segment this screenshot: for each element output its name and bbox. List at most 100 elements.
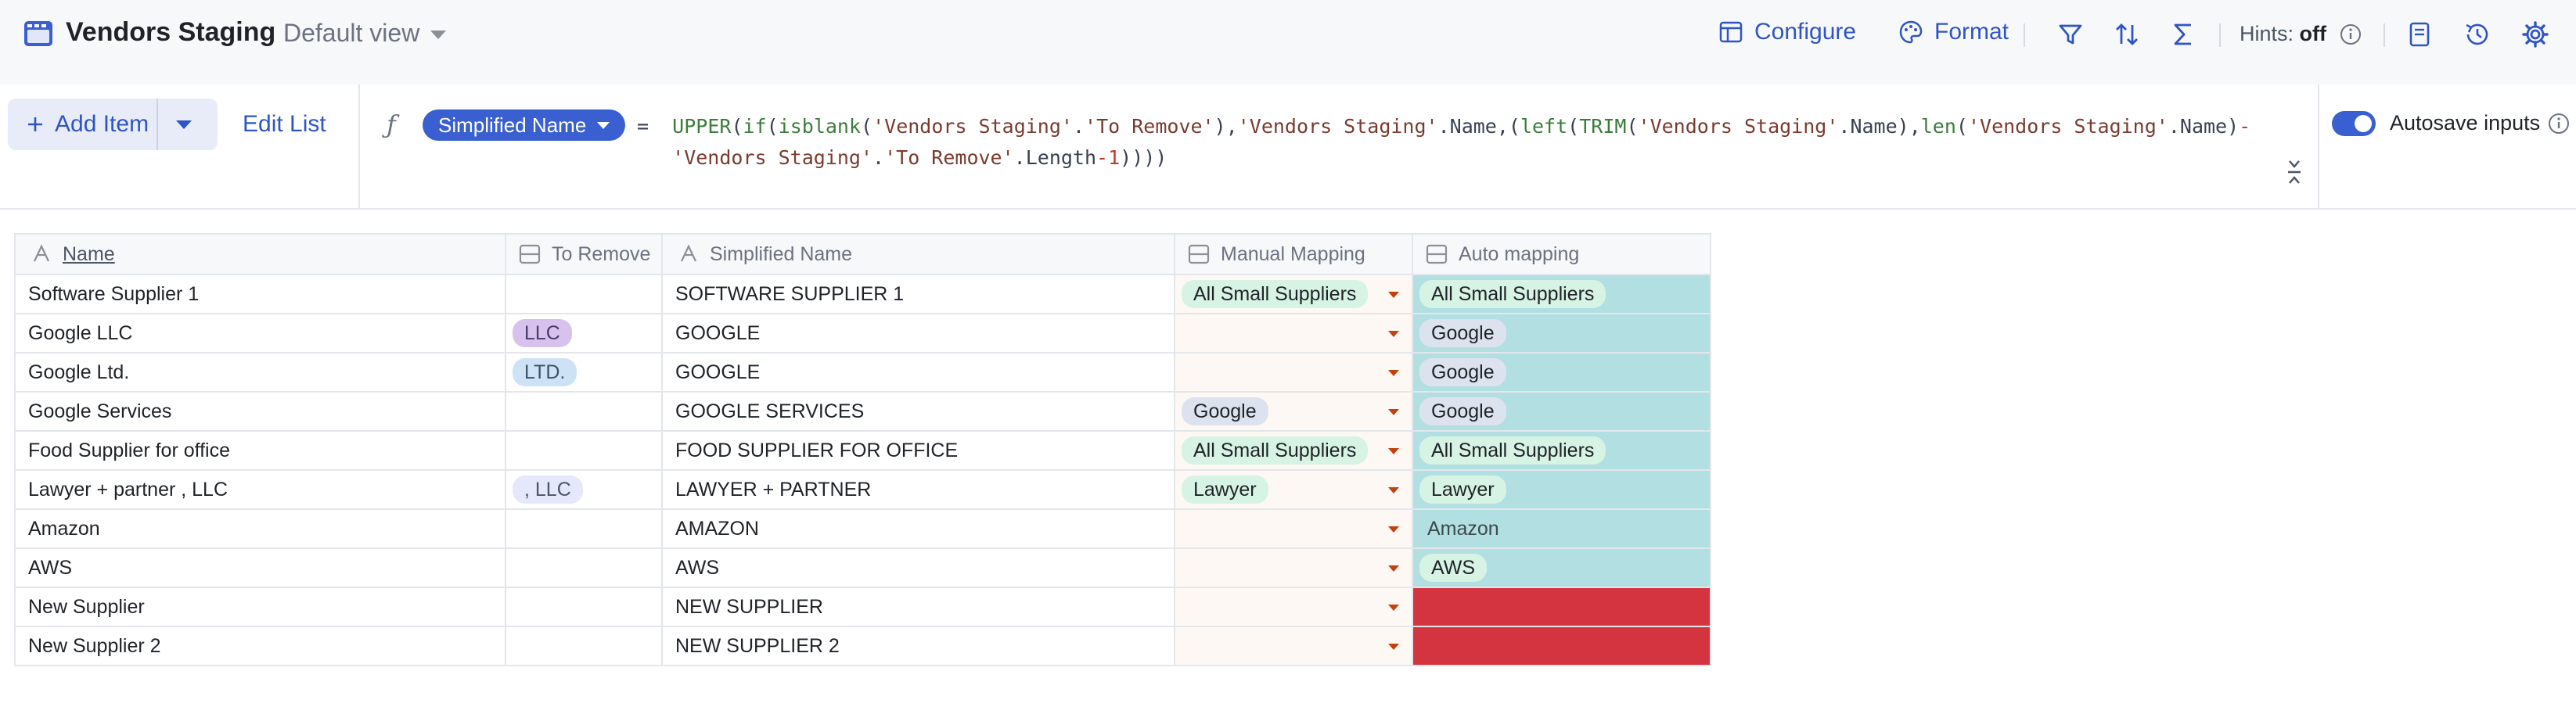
manual-mapping-cell[interactable] bbox=[1174, 587, 1413, 627]
auto-mapping-cell: AWS bbox=[1412, 547, 1711, 588]
format-button[interactable]: Format bbox=[1898, 19, 2009, 45]
simplified-name-cell[interactable]: FOOD SUPPLIER FOR OFFICE bbox=[661, 430, 1175, 471]
to-remove-cell[interactable]: LLC bbox=[505, 313, 663, 354]
add-item-dropdown[interactable] bbox=[158, 99, 210, 150]
simplified-name-cell[interactable]: NEW SUPPLIER 2 bbox=[661, 626, 1175, 666]
chevron-down-icon[interactable] bbox=[1388, 605, 1399, 611]
chevron-down-icon[interactable] bbox=[1388, 331, 1399, 337]
hints-toggle[interactable]: Hints: off bbox=[2240, 22, 2326, 46]
column-header-simplified-name[interactable]: Simplified Name bbox=[661, 233, 1175, 275]
simplified-name-cell[interactable]: LAWYER + PARTNER bbox=[661, 469, 1175, 510]
chevron-down-icon[interactable] bbox=[1388, 487, 1399, 493]
info-icon[interactable] bbox=[2340, 23, 2362, 45]
chevron-down-icon[interactable] bbox=[1388, 526, 1399, 533]
name-cell[interactable]: Amazon bbox=[14, 508, 506, 549]
manual-mapping-cell[interactable] bbox=[1174, 313, 1413, 354]
edit-list-button[interactable]: Edit List bbox=[243, 111, 326, 138]
manual-mapping-cell[interactable]: All Small Suppliers bbox=[1174, 274, 1413, 314]
to-remove-chip: LLC bbox=[513, 319, 572, 347]
to-remove-cell[interactable] bbox=[505, 587, 663, 627]
name-cell[interactable]: AWS bbox=[14, 547, 506, 588]
simplified-name-cell[interactable]: GOOGLE SERVICES bbox=[661, 391, 1175, 432]
chevron-down-icon[interactable] bbox=[1388, 292, 1399, 298]
column-header-name[interactable]: Name bbox=[14, 233, 506, 275]
text-type-icon bbox=[681, 244, 696, 262]
chevron-down-icon[interactable] bbox=[1388, 409, 1399, 415]
info-icon[interactable] bbox=[2548, 113, 2570, 135]
manual-mapping-cell[interactable] bbox=[1174, 626, 1413, 666]
name-cell[interactable]: Software Supplier 1 bbox=[14, 274, 506, 314]
name-cell[interactable]: Food Supplier for office bbox=[14, 430, 506, 471]
auto-mapping-cell: Google bbox=[1412, 352, 1711, 393]
auto-mapping-cell-missing bbox=[1412, 587, 1711, 627]
column-header-auto-mapping[interactable]: Auto mapping bbox=[1412, 233, 1711, 275]
configure-button[interactable]: Configure bbox=[1718, 19, 1856, 45]
manual-mapping-cell[interactable] bbox=[1174, 352, 1413, 393]
to-remove-cell[interactable]: , LLC bbox=[505, 469, 663, 510]
name-cell[interactable]: Lawyer + partner , LLC bbox=[14, 469, 506, 510]
simplified-text: SOFTWARE SUPPLIER 1 bbox=[675, 282, 905, 305]
to-remove-cell[interactable] bbox=[505, 430, 663, 471]
sort-icon[interactable] bbox=[2113, 20, 2141, 48]
to-remove-chip: LTD. bbox=[513, 358, 577, 386]
to-remove-cell[interactable] bbox=[505, 626, 663, 666]
notes-icon[interactable] bbox=[2405, 20, 2434, 48]
name-cell[interactable]: New Supplier 2 bbox=[14, 626, 506, 666]
auto-mapping-cell: Lawyer bbox=[1412, 469, 1711, 510]
simplified-name-cell[interactable]: AWS bbox=[661, 547, 1175, 588]
auto-mapping-cell: Google bbox=[1412, 391, 1711, 432]
simplified-name-cell[interactable]: GOOGLE bbox=[661, 352, 1175, 393]
top-bar: Vendors Staging Default view Configure F… bbox=[0, 0, 2576, 84]
to-remove-cell[interactable] bbox=[505, 274, 663, 314]
to-remove-cell[interactable] bbox=[505, 391, 663, 432]
name-text: Lawyer + partner , LLC bbox=[28, 478, 228, 501]
sum-icon[interactable] bbox=[2169, 20, 2197, 48]
plus-icon bbox=[28, 117, 42, 131]
simplified-name-cell[interactable]: AMAZON bbox=[661, 508, 1175, 549]
format-label: Format bbox=[1934, 19, 2009, 45]
to-remove-cell[interactable] bbox=[505, 547, 663, 588]
gear-icon[interactable] bbox=[2521, 20, 2549, 48]
collapse-icon[interactable] bbox=[2285, 156, 2304, 188]
formula-editor[interactable]: = UPPER(if(isblank('Vendors Staging'.'To… bbox=[637, 111, 2250, 174]
name-cell[interactable]: Google LLC bbox=[14, 313, 506, 354]
column-header-label: To Remove bbox=[552, 242, 651, 265]
auto-mapping-cell-missing bbox=[1412, 626, 1711, 666]
manual-mapping-cell[interactable] bbox=[1174, 508, 1413, 549]
chevron-down-icon[interactable] bbox=[1388, 370, 1399, 376]
add-item-button[interactable]: Add Item bbox=[8, 99, 157, 150]
manual-mapping-cell[interactable]: All Small Suppliers bbox=[1174, 430, 1413, 471]
formula-column-selector[interactable]: Simplified Name bbox=[423, 109, 626, 141]
auto-mapping-chip: Google bbox=[1419, 397, 1506, 425]
column-header-manual-mapping[interactable]: Manual Mapping bbox=[1174, 233, 1413, 275]
manual-mapping-cell[interactable]: Lawyer bbox=[1174, 469, 1413, 510]
name-text: AWS bbox=[28, 556, 73, 579]
name-cell[interactable]: New Supplier bbox=[14, 587, 506, 627]
simplified-name-cell[interactable]: SOFTWARE SUPPLIER 1 bbox=[661, 274, 1175, 314]
chevron-down-icon bbox=[176, 120, 192, 129]
table-row: Google Services GOOGLE SERVICES Google G… bbox=[14, 391, 1711, 432]
autosave-toggle[interactable] bbox=[2332, 111, 2376, 136]
auto-mapping-chip: Google bbox=[1419, 319, 1506, 347]
to-remove-cell[interactable] bbox=[505, 508, 663, 549]
simplified-name-cell[interactable]: NEW SUPPLIER bbox=[661, 587, 1175, 627]
select-type-icon bbox=[1426, 244, 1448, 264]
filter-icon[interactable] bbox=[2056, 20, 2085, 48]
chevron-down-icon[interactable] bbox=[1388, 644, 1399, 650]
manual-mapping-cell[interactable]: Google bbox=[1174, 391, 1413, 432]
name-text: Food Supplier for office bbox=[28, 439, 231, 461]
simplified-text: AWS bbox=[675, 556, 720, 579]
palette-icon bbox=[1899, 20, 1923, 44]
name-cell[interactable]: Google Services bbox=[14, 391, 506, 432]
simplified-name-cell[interactable]: GOOGLE bbox=[661, 313, 1175, 354]
to-remove-cell[interactable]: LTD. bbox=[505, 352, 663, 393]
chevron-down-icon[interactable] bbox=[1388, 448, 1399, 454]
history-icon[interactable] bbox=[2463, 20, 2491, 48]
name-cell[interactable]: Google Ltd. bbox=[14, 352, 506, 393]
view-selector[interactable]: Default view bbox=[283, 19, 447, 48]
chevron-down-icon[interactable] bbox=[1388, 565, 1399, 572]
column-header-to-remove[interactable]: To Remove bbox=[505, 233, 663, 275]
name-text: New Supplier bbox=[28, 595, 145, 618]
manual-mapping-cell[interactable] bbox=[1174, 547, 1413, 588]
name-text: Software Supplier 1 bbox=[28, 282, 200, 305]
